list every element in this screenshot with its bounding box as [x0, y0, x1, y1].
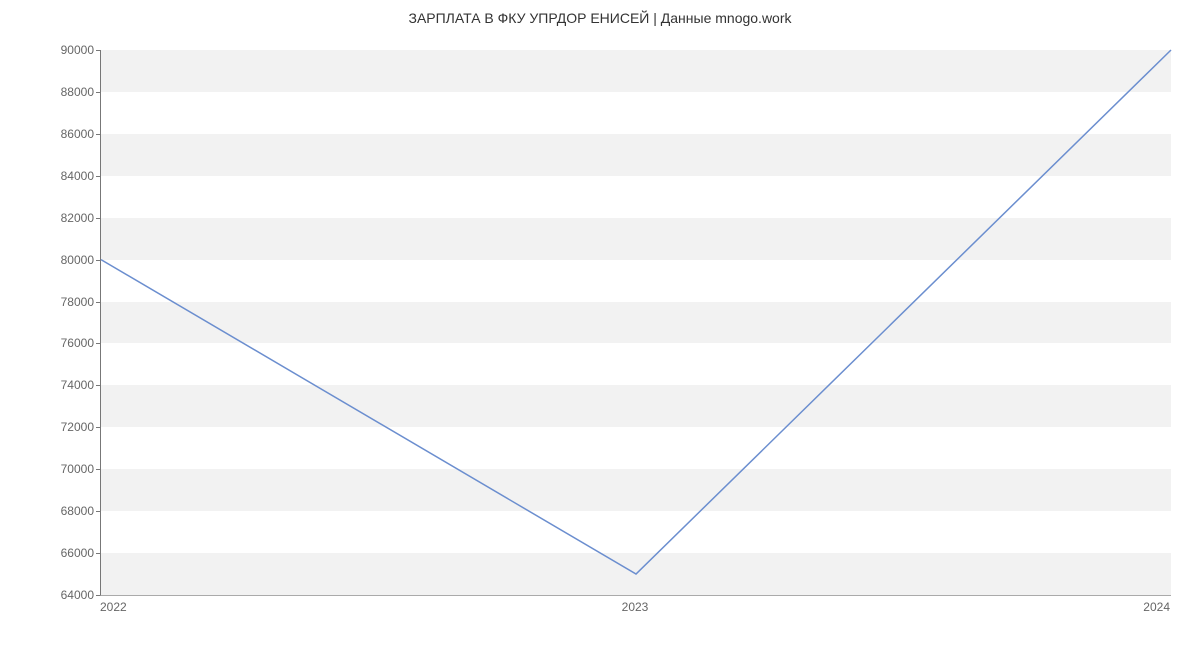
y-axis-tick-label: 78000: [34, 295, 94, 309]
y-axis-tick-mark: [96, 218, 100, 219]
chart-line-layer: [101, 50, 1171, 595]
y-axis-tick-mark: [96, 92, 100, 93]
x-axis-tick-label: 2024: [1143, 600, 1170, 614]
y-axis-tick-mark: [96, 469, 100, 470]
y-axis-tick-label: 90000: [34, 43, 94, 57]
y-axis-tick-mark: [96, 595, 100, 596]
y-axis-tick-mark: [96, 176, 100, 177]
x-axis-tick-label: 2023: [622, 600, 649, 614]
y-axis-tick-label: 76000: [34, 336, 94, 350]
x-axis-tick-label: 2022: [100, 600, 127, 614]
y-axis-tick-mark: [96, 260, 100, 261]
chart-title: ЗАРПЛАТА В ФКУ УПРДОР ЕНИСЕЙ | Данные mn…: [0, 10, 1200, 26]
y-axis-tick-label: 86000: [34, 127, 94, 141]
y-axis-tick-mark: [96, 343, 100, 344]
y-axis-tick-mark: [96, 553, 100, 554]
plot-area: [100, 50, 1171, 596]
y-axis-tick-label: 88000: [34, 85, 94, 99]
y-axis-tick-mark: [96, 134, 100, 135]
y-axis-tick-mark: [96, 50, 100, 51]
chart-container: ЗАРПЛАТА В ФКУ УПРДОР ЕНИСЕЙ | Данные mn…: [0, 0, 1200, 650]
y-axis-tick-label: 74000: [34, 378, 94, 392]
y-axis-tick-mark: [96, 427, 100, 428]
y-axis-tick-label: 72000: [34, 420, 94, 434]
y-axis-tick-label: 84000: [34, 169, 94, 183]
y-axis-tick-label: 82000: [34, 211, 94, 225]
y-axis-tick-mark: [96, 385, 100, 386]
y-axis-tick-label: 66000: [34, 546, 94, 560]
y-axis-tick-label: 70000: [34, 462, 94, 476]
y-axis-tick-mark: [96, 302, 100, 303]
y-axis-tick-label: 68000: [34, 504, 94, 518]
y-axis-tick-label: 80000: [34, 253, 94, 267]
y-axis-tick-label: 64000: [34, 588, 94, 602]
data-series-line: [101, 50, 1171, 574]
y-axis-tick-mark: [96, 511, 100, 512]
